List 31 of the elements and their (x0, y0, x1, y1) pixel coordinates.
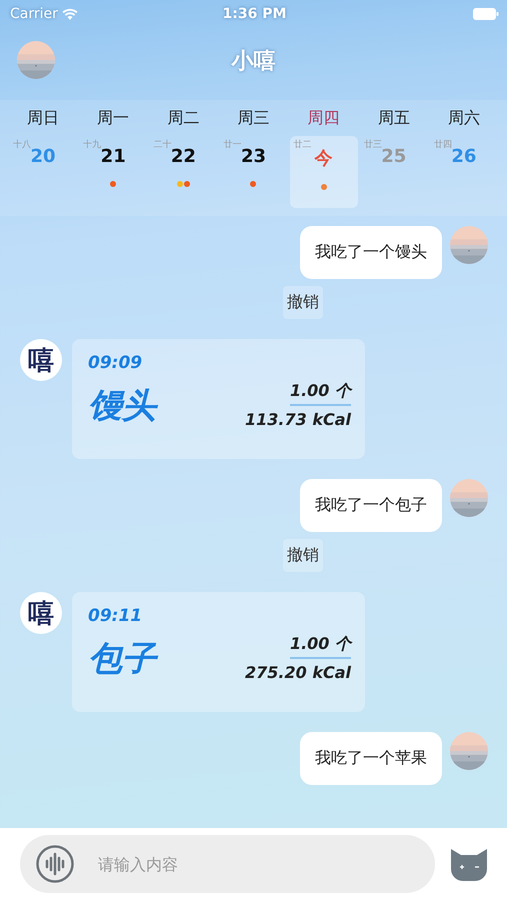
cat-face-icon[interactable] (451, 847, 487, 881)
food-energy: 113.73 kCal (245, 410, 351, 429)
bot-avatar: 嘻 (20, 592, 62, 634)
weekday-label: 周一 (97, 106, 130, 128)
clock: 1:36 PM (222, 6, 288, 22)
weekday-label: 周五 (378, 106, 410, 128)
message-bubble: 我吃了一个包子 (300, 479, 442, 532)
entry-time: 09:11 (88, 606, 144, 626)
entry-time: 09:09 (88, 353, 144, 373)
food-amount: 1.00 个 (290, 381, 351, 406)
food-name: 包子 (88, 636, 156, 682)
weekday-label: 周三 (237, 106, 270, 128)
weekday-label: 周二 (167, 106, 200, 128)
message-bubble: 我吃了一个苹果 (300, 732, 442, 785)
input-field[interactable]: 请输入内容 (96, 854, 419, 874)
undo-button[interactable]: 撤销 (283, 286, 323, 319)
chat-title: 小嘻 (232, 48, 276, 76)
voice-icon[interactable] (36, 845, 74, 883)
bot-avatar: 嘻 (20, 339, 62, 381)
food-energy: 275.20 kCal (245, 663, 351, 682)
battery-icon (473, 8, 499, 20)
food-name: 馒头 (88, 383, 156, 429)
wifi-icon (62, 8, 78, 20)
carrier-name: Carrier (10, 6, 58, 22)
message-field[interactable]: 请输入内容 (20, 835, 435, 893)
message-bubble: 我吃了一个馒头 (300, 226, 442, 279)
weekday-label: 周六 (448, 106, 480, 128)
undo-button[interactable]: 撤销 (283, 539, 323, 572)
weekday-label: 周日 (27, 106, 60, 128)
weekday-label: 周四 (308, 106, 340, 128)
food-amount: 1.00 个 (290, 634, 351, 659)
